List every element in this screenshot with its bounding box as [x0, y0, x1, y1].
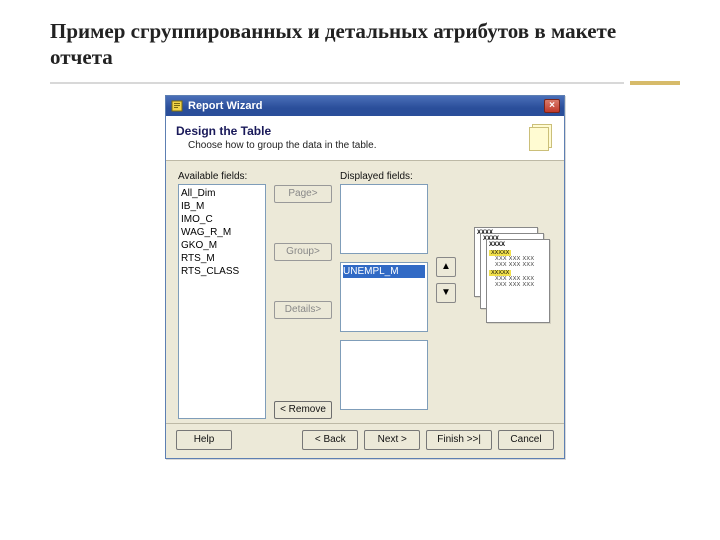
list-item[interactable]: IMO_C — [181, 213, 263, 226]
preview-sheet: XXXX XXXXX XXX XXX XXX XXX XXX XXX XXXXX… — [486, 239, 550, 323]
page-fields-list[interactable] — [340, 184, 428, 254]
preview-group-highlight: XXXXX — [489, 270, 511, 276]
report-preview: XXXX XXXX XXXX XXXXX XXX XXX XXX XXX XXX… — [474, 227, 552, 327]
next-button[interactable]: Next > — [364, 430, 420, 450]
titlebar: Report Wizard × — [166, 96, 564, 116]
preview-detail-line: XXX XXX XXX — [495, 262, 547, 268]
page-button[interactable]: Page> — [274, 185, 332, 203]
remove-button[interactable]: < Remove — [274, 401, 332, 419]
cancel-button[interactable]: Cancel — [498, 430, 554, 450]
close-button[interactable]: × — [544, 99, 560, 113]
preview-detail-line: XXX XXX XXX — [495, 282, 547, 288]
details-fields-list[interactable] — [340, 340, 428, 410]
available-fields-list[interactable]: All_DimIB_MIMO_CWAG_R_MGKO_MRTS_MRTS_CLA… — [178, 184, 266, 419]
app-icon — [170, 99, 184, 113]
list-item[interactable]: RTS_M — [181, 252, 263, 265]
list-item[interactable]: All_Dim — [181, 187, 263, 200]
help-button[interactable]: Help — [176, 430, 232, 450]
move-up-button[interactable]: ▲ — [436, 257, 456, 277]
wizard-header: Design the Table Choose how to group the… — [166, 116, 564, 161]
close-icon: × — [549, 101, 555, 111]
report-wizard-window: Report Wizard × Design the Table Choose … — [165, 95, 565, 459]
wizard-step-title: Design the Table — [176, 124, 376, 138]
list-item[interactable]: GKO_M — [181, 239, 263, 252]
back-button[interactable]: < Back — [302, 430, 358, 450]
displayed-fields-label: Displayed fields: — [340, 171, 428, 182]
header-note-icon — [526, 124, 554, 152]
move-down-button[interactable]: ▼ — [436, 283, 456, 303]
list-item[interactable]: IB_M — [181, 200, 263, 213]
finish-button[interactable]: Finish >>| — [426, 430, 492, 450]
group-button[interactable]: Group> — [274, 243, 332, 261]
window-title: Report Wizard — [188, 100, 544, 112]
details-button[interactable]: Details> — [274, 301, 332, 319]
title-divider — [50, 81, 680, 85]
list-item[interactable]: UNEMPL_M — [343, 265, 425, 278]
slide-title: Пример сгруппированных и детальных атриб… — [50, 18, 680, 71]
preview-group-highlight: XXXXX — [489, 250, 511, 256]
list-item[interactable]: WAG_R_M — [181, 226, 263, 239]
list-item[interactable]: RTS_CLASS — [181, 265, 263, 278]
preview-header: XXXX — [489, 242, 547, 248]
available-fields-label: Available fields: — [178, 171, 266, 182]
group-fields-list[interactable]: UNEMPL_M — [340, 262, 428, 332]
wizard-step-subtitle: Choose how to group the data in the tabl… — [176, 140, 376, 151]
wizard-footer: Help < Back Next > Finish >>| Cancel — [166, 423, 564, 458]
